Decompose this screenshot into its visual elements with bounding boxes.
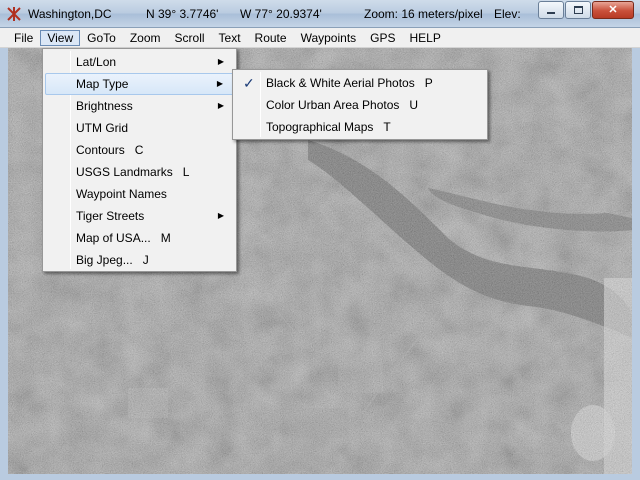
menu-goto[interactable]: GoTo <box>80 30 123 46</box>
menu-item-shortcut: M <box>160 231 171 245</box>
menu-file[interactable]: File <box>7 30 40 46</box>
menu-item-big-jpeg[interactable]: Big Jpeg... J <box>45 249 234 271</box>
menu-scroll[interactable]: Scroll <box>168 30 212 46</box>
menu-item-label: Map Type <box>76 77 129 91</box>
menu-item-shortcut: T <box>383 120 391 134</box>
window-frame-right <box>632 48 640 480</box>
view-menu-dropdown: Lat/Lon ▶ Map Type ▶ Brightness ▶ UTM Gr… <box>42 48 237 272</box>
location-name: Washington,DC <box>28 7 112 21</box>
menu-item-label: Color Urban Area Photos <box>266 98 400 112</box>
menu-item-shortcut: L <box>182 165 190 179</box>
menu-help[interactable]: HELP <box>403 30 448 46</box>
minimize-button[interactable] <box>538 1 564 19</box>
menu-item-bw-aerial-photos[interactable]: ✓ Black & White Aerial Photos P <box>235 72 485 94</box>
map-type-submenu: ✓ Black & White Aerial Photos P Color Urb… <box>232 69 488 140</box>
menu-item-shortcut: P <box>424 76 433 90</box>
minimize-icon <box>547 12 555 14</box>
menu-item-label: Map of USA... <box>76 231 151 245</box>
submenu-arrow-icon: ▶ <box>217 211 224 220</box>
latitude-readout: N 39° 3.7746' <box>146 7 219 21</box>
elevation-readout: Elev: <box>494 7 521 21</box>
menu-item-label: Tiger Streets <box>76 209 145 223</box>
menu-item-topographical-maps[interactable]: Topographical Maps T <box>235 116 485 138</box>
menu-item-label: Waypoint Names <box>76 187 167 201</box>
menu-view[interactable]: View <box>40 29 81 46</box>
menu-item-label: UTM Grid <box>76 121 128 135</box>
close-icon: ✕ <box>608 3 618 16</box>
menu-route[interactable]: Route <box>248 30 294 46</box>
menu-item-usgs-landmarks[interactable]: USGS Landmarks L <box>45 161 234 183</box>
checkmark-icon: ✓ <box>243 75 255 91</box>
window-controls: ✕ <box>537 1 634 19</box>
menu-item-label: USGS Landmarks <box>76 165 173 179</box>
longitude-readout: W 77° 20.9374' <box>240 7 322 21</box>
menu-item-label: Big Jpeg... <box>76 253 133 267</box>
menu-text[interactable]: Text <box>212 30 248 46</box>
menu-item-color-urban-photos[interactable]: Color Urban Area Photos U <box>235 94 485 116</box>
menu-bar: File View GoTo Zoom Scroll Text Route Wa… <box>0 28 640 48</box>
menu-zoom[interactable]: Zoom <box>123 30 168 46</box>
menu-item-shortcut: U <box>409 98 419 112</box>
menu-item-brightness[interactable]: Brightness ▶ <box>45 95 234 117</box>
submenu-arrow-icon: ▶ <box>217 57 224 66</box>
menu-item-waypoint-names[interactable]: Waypoint Names <box>45 183 234 205</box>
submenu-arrow-icon: ▶ <box>217 101 224 110</box>
menu-item-label: Topographical Maps <box>266 120 374 134</box>
maximize-button[interactable] <box>565 1 591 19</box>
menu-item-lat-lon[interactable]: Lat/Lon ▶ <box>45 51 234 73</box>
window-frame-bottom <box>0 474 640 480</box>
menu-item-contours[interactable]: Contours C <box>45 139 234 161</box>
menu-item-shortcut: C <box>134 143 144 157</box>
menu-waypoints[interactable]: Waypoints <box>294 30 364 46</box>
menu-item-label: Contours <box>76 143 125 157</box>
menu-item-label: Black & White Aerial Photos <box>266 76 415 90</box>
menu-gps[interactable]: GPS <box>363 30 402 46</box>
submenu-arrow-icon: ▶ <box>216 79 223 88</box>
menu-item-tiger-streets[interactable]: Tiger Streets ▶ <box>45 205 234 227</box>
menu-item-label: Lat/Lon <box>76 55 117 69</box>
menu-item-map-of-usa[interactable]: Map of USA... M <box>45 227 234 249</box>
zoom-readout: Zoom: 16 meters/pixel <box>364 7 483 21</box>
menu-item-shortcut: J <box>142 253 149 267</box>
menu-item-utm-grid[interactable]: UTM Grid <box>45 117 234 139</box>
close-button[interactable]: ✕ <box>592 1 634 19</box>
maximize-icon <box>573 6 583 14</box>
title-bar: Washington,DC N 39° 3.7746' W 77° 20.937… <box>0 0 640 28</box>
app-logo-icon[interactable] <box>6 6 22 22</box>
window-frame-left <box>0 48 8 480</box>
menu-item-map-type[interactable]: Map Type ▶ <box>45 73 234 95</box>
menu-item-label: Brightness <box>76 99 133 113</box>
